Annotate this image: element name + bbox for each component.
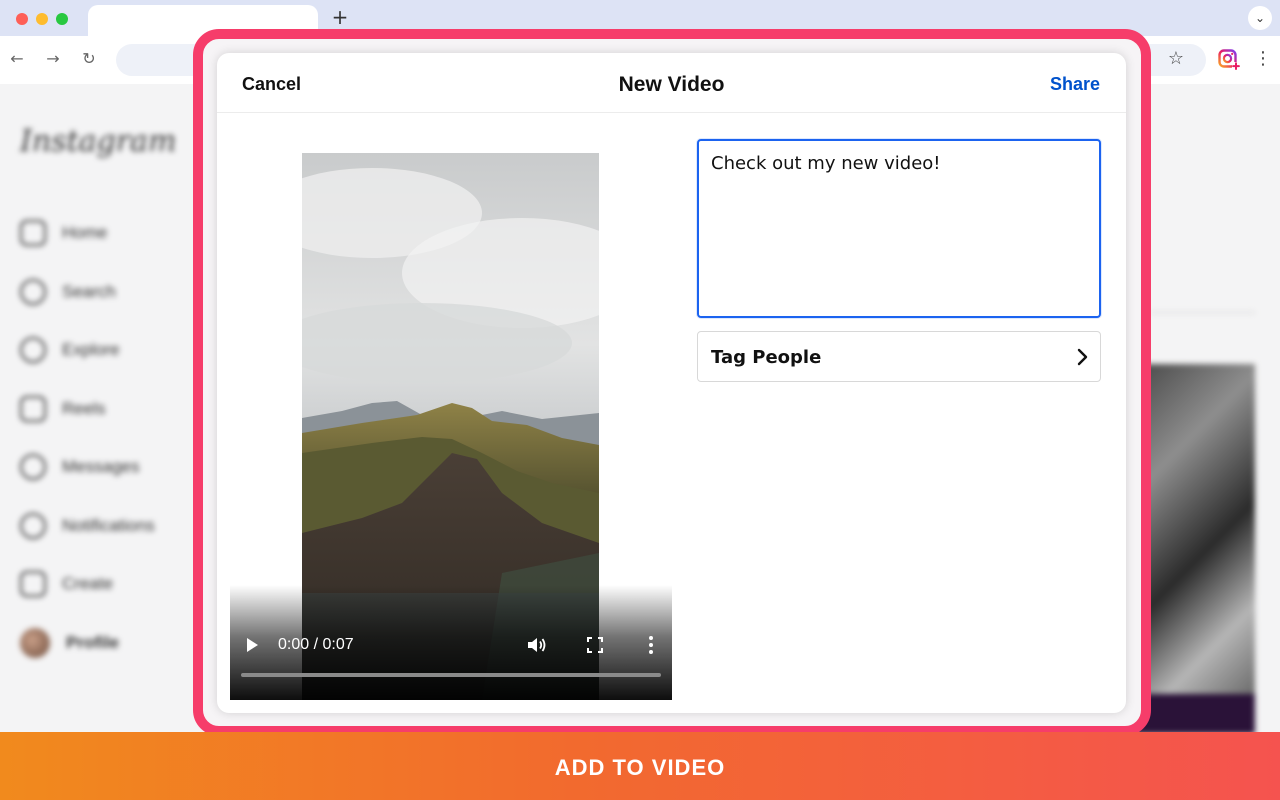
chevron-right-icon <box>1077 348 1088 366</box>
promo-banner: ADD TO VIDEO <box>0 732 1280 800</box>
sidebar-item-explore: Explore <box>20 321 155 380</box>
sidebar-item-search: Search <box>20 263 155 322</box>
plus-square-icon <box>20 571 46 598</box>
sidebar-item-label: Messages <box>62 457 140 477</box>
background-sidebar-nav: Home Search Explore Reels Messages Notif… <box>20 204 155 672</box>
play-icon[interactable] <box>242 635 262 655</box>
sidebar-item-home: Home <box>20 204 155 263</box>
sidebar-item-label: Reels <box>62 398 106 418</box>
close-window-button[interactable] <box>16 13 28 25</box>
instagram-logo: Instagram <box>20 124 177 159</box>
divider <box>1150 312 1255 313</box>
sidebar-item-reels: Reels <box>20 380 155 439</box>
home-icon <box>20 220 46 247</box>
share-button[interactable]: Share <box>1050 74 1100 95</box>
messenger-icon <box>20 454 46 481</box>
video-player[interactable]: 0:00 / 0:07 <box>230 153 672 700</box>
sidebar-item-label: Profile <box>66 632 119 652</box>
caption-input[interactable]: Check out my new video! <box>697 139 1101 318</box>
sidebar-item-profile: Profile <box>20 614 155 673</box>
bookmark-star-icon[interactable]: ☆ <box>1166 48 1186 70</box>
browser-menu-icon[interactable]: ⋮ <box>1254 48 1272 72</box>
minimize-window-button[interactable] <box>36 13 48 25</box>
compass-icon <box>20 337 46 364</box>
sidebar-item-label: Explore <box>62 340 120 360</box>
dialog-title: New Video <box>618 73 725 96</box>
volume-icon[interactable] <box>526 635 548 655</box>
sidebar-item-label: Home <box>62 223 108 243</box>
banner-label: ADD TO VIDEO <box>554 755 726 780</box>
avatar <box>20 627 50 658</box>
sidebar-item-label: Notifications <box>62 515 155 535</box>
new-tab-button[interactable]: + <box>330 6 350 28</box>
sidebar-item-label: Create <box>62 574 114 594</box>
maximize-window-button[interactable] <box>56 13 68 25</box>
dialog-header: Cancel New Video Share <box>217 53 1126 113</box>
back-button[interactable]: ← <box>6 48 28 70</box>
new-video-dialog: Cancel New Video Share 0:00 / 0:07 Check… <box>217 53 1126 713</box>
heart-icon <box>20 512 46 539</box>
video-time-display: 0:00 / 0:07 <box>278 636 354 653</box>
sidebar-item-create: Create <box>20 555 155 614</box>
reload-button[interactable]: ↻ <box>78 48 100 70</box>
more-options-icon[interactable] <box>644 634 658 656</box>
sidebar-item-messages: Messages <box>20 438 155 497</box>
sidebar-item-label: Search <box>62 281 116 301</box>
tag-people-button[interactable]: Tag People <box>697 331 1101 382</box>
instagram-upload-extension-icon[interactable] <box>1218 49 1240 71</box>
tag-people-label: Tag People <box>711 347 822 368</box>
video-controls: 0:00 / 0:07 <box>230 585 672 700</box>
fullscreen-icon[interactable] <box>586 636 604 654</box>
forward-button[interactable]: → <box>42 48 64 70</box>
tab-search-button[interactable]: ⌄ <box>1248 6 1272 30</box>
video-progress-bar[interactable] <box>241 673 661 677</box>
reels-icon <box>20 395 46 422</box>
sidebar-item-notifications: Notifications <box>20 497 155 556</box>
search-icon <box>20 278 46 305</box>
